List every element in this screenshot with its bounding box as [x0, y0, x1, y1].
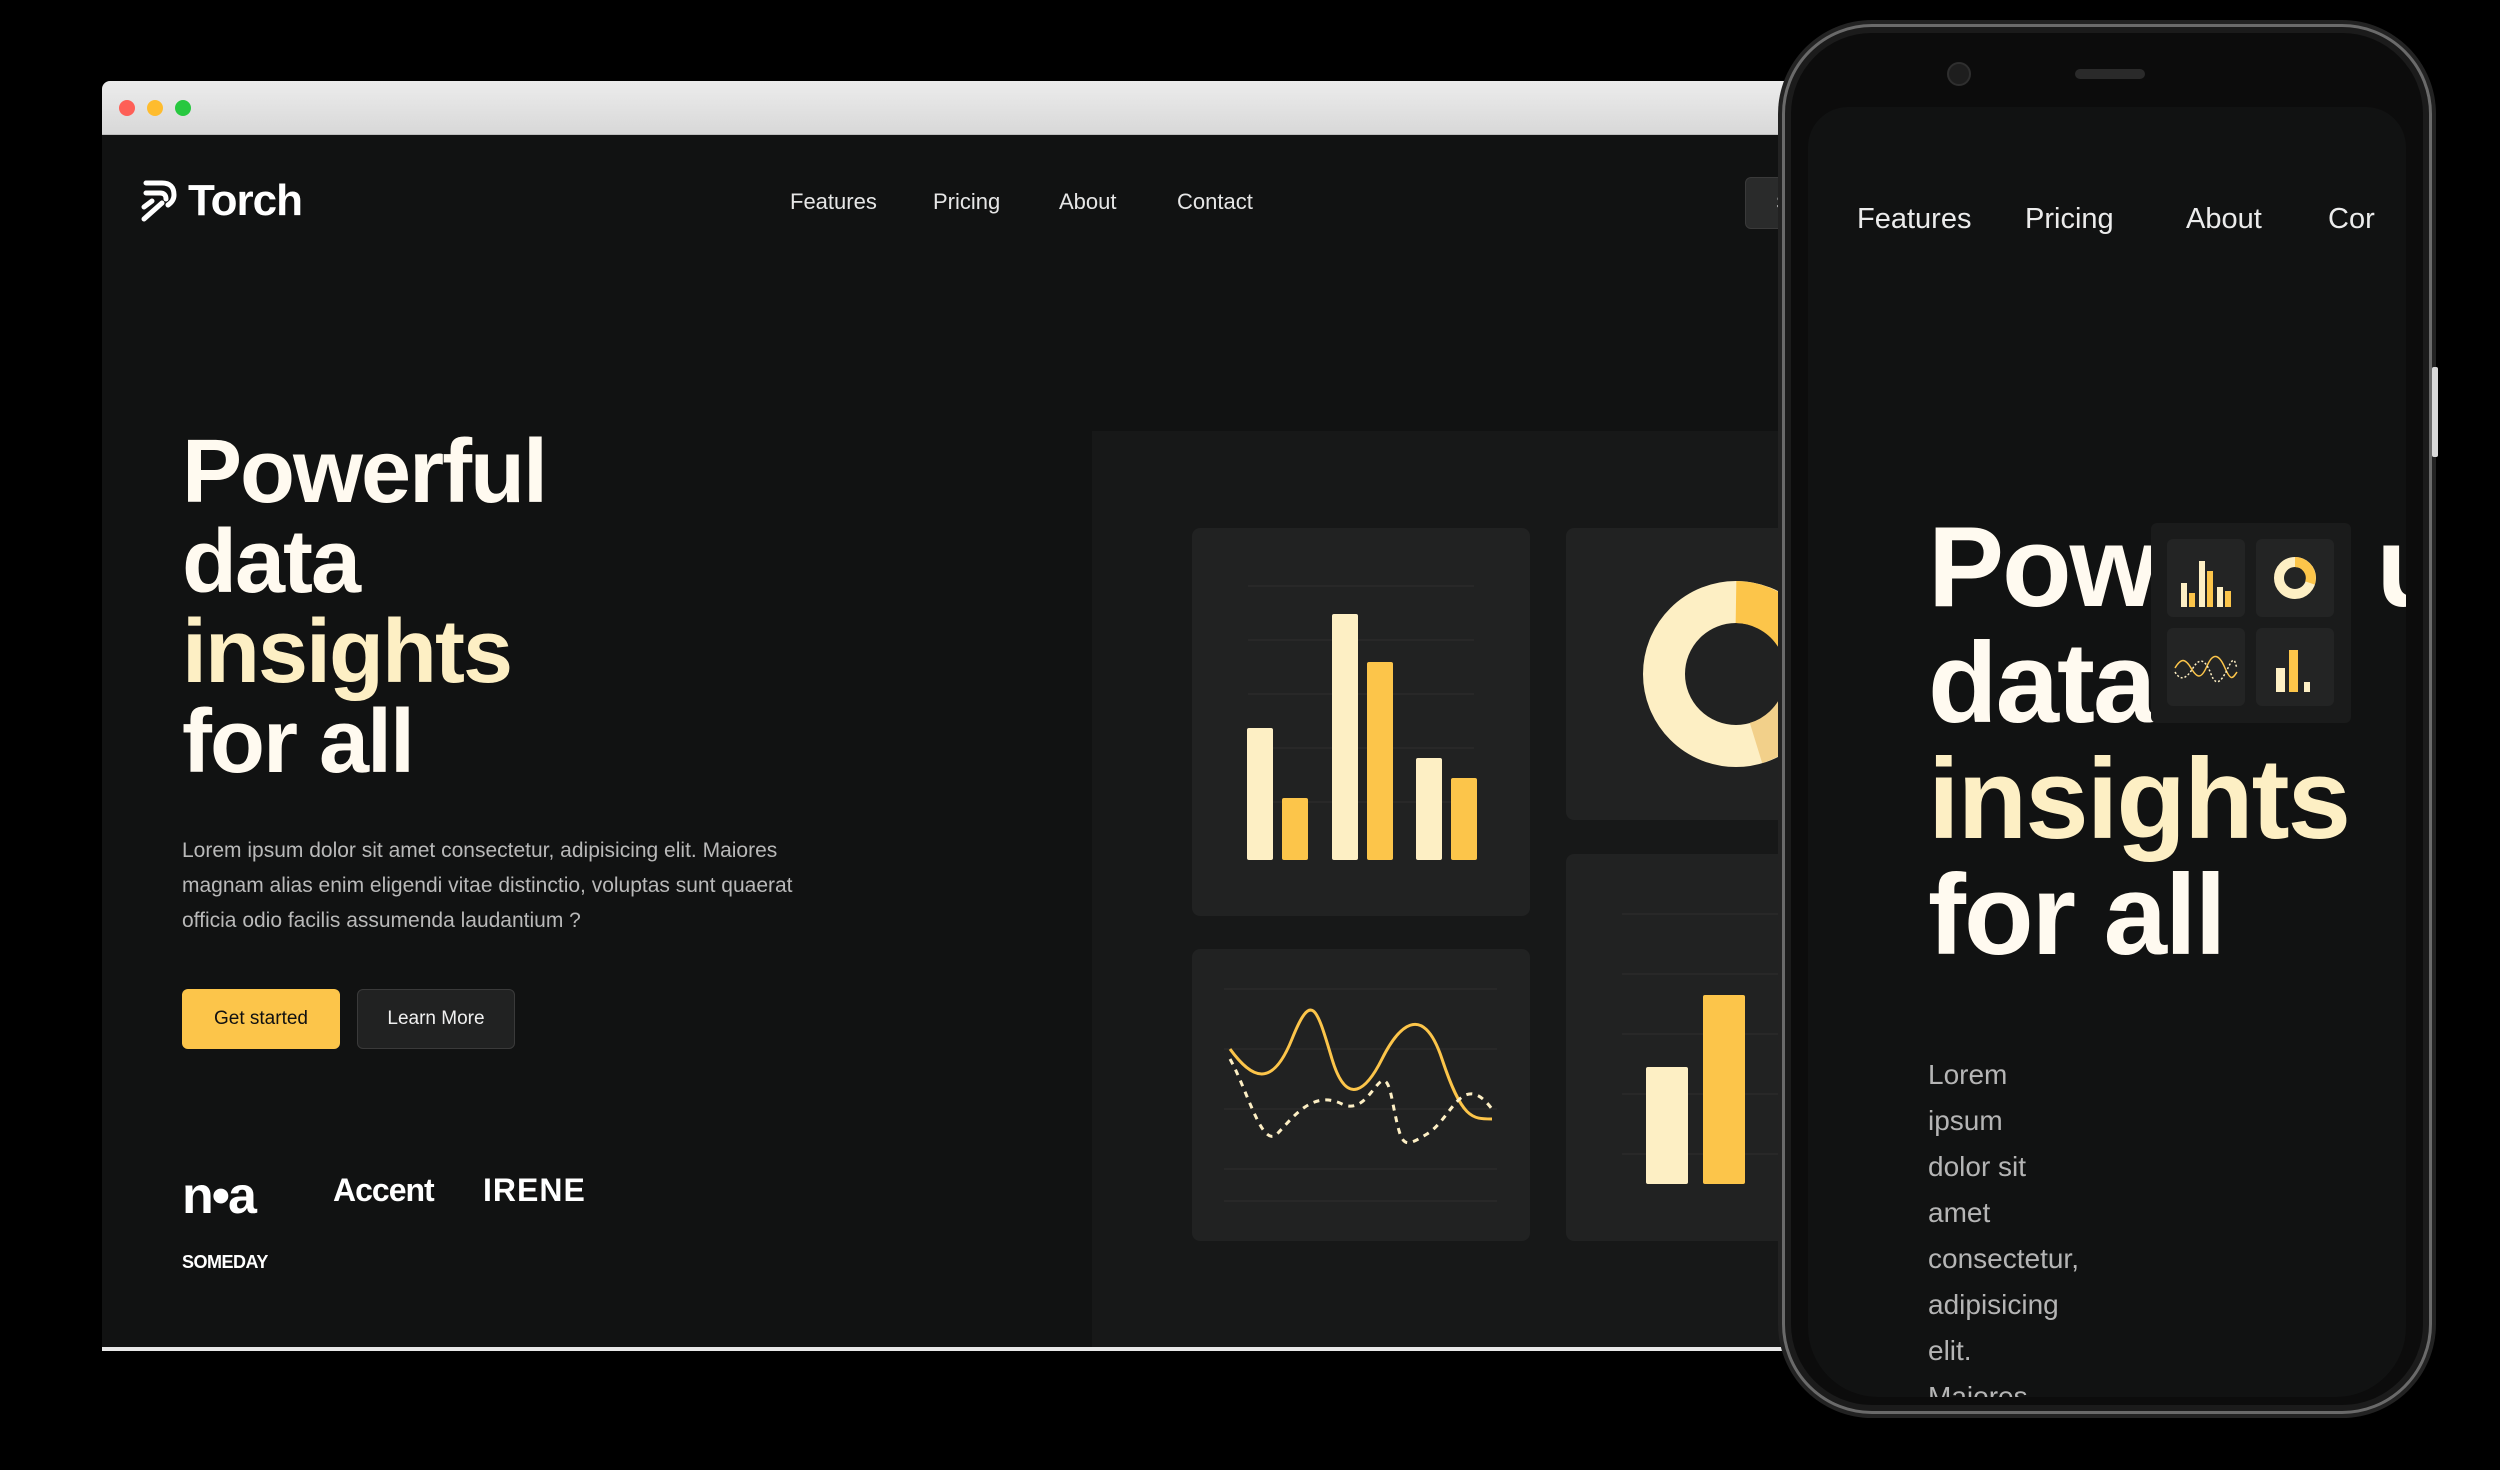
- phone-title-line-4: for all: [1928, 852, 2226, 979]
- phone-nav-features[interactable]: Features: [1857, 203, 1971, 236]
- line-chart-graphic: [1224, 988, 1497, 1202]
- line-chart-card: [1192, 949, 1530, 1241]
- phone-nav-pricing[interactable]: Pricing: [2025, 203, 2114, 236]
- nav-contact[interactable]: Contact: [1177, 189, 1253, 215]
- hero-title-line-1: Powerful: [182, 422, 548, 522]
- phone-dashboard-thumbnail: [2151, 523, 2351, 723]
- phone-desc-line: amet: [1928, 1197, 1991, 1228]
- partner-logo-accent: Accent: [333, 1172, 435, 1208]
- phone-mockup: Features Pricing About Cor Powul data in…: [1782, 24, 2438, 1414]
- phone-desc-line: Lorem: [1928, 1059, 2008, 1090]
- phone-nav-contact[interactable]: Cor: [2328, 203, 2375, 236]
- small-bar-1: [1646, 1067, 1688, 1184]
- hero-title: Powerful data insights for all: [182, 422, 548, 792]
- mini-line-graphic: [2174, 655, 2238, 683]
- mini-line-card: [2167, 628, 2245, 706]
- browser-bottom-edge: [102, 1347, 1842, 1351]
- nav-pricing[interactable]: Pricing: [933, 189, 1000, 215]
- bar-chart-graphic: [1247, 585, 1477, 860]
- phone-title-line-1b: ul: [2376, 504, 2406, 631]
- hero-title-line-3: insights: [182, 602, 513, 702]
- phone-side-button[interactable]: [2432, 367, 2438, 457]
- phone-title-line-1a: Pow: [1928, 504, 2158, 631]
- hero-title-line-2: data: [182, 512, 361, 612]
- phone-hero-description: Lorem ipsum dolor sit amet consectetur, …: [1928, 1052, 2128, 1397]
- mini-bar2-card: [2256, 628, 2334, 706]
- phone-screen: Features Pricing About Cor Powul data in…: [1808, 107, 2406, 1397]
- small-bar-2: [1703, 995, 1745, 1184]
- hero-description: Lorem ipsum dolor sit amet consectetur, …: [182, 839, 793, 932]
- speaker-grille: [2075, 69, 2145, 79]
- phone-nav-about[interactable]: About: [2186, 203, 2262, 236]
- bar-5: [1416, 758, 1442, 860]
- phone-desc-line: Maiores: [1928, 1381, 2028, 1397]
- mini-donut-card: [2256, 539, 2334, 617]
- window-minimize-button[interactable]: [147, 100, 163, 116]
- mini-donut-graphic: [2274, 557, 2316, 599]
- torch-logo[interactable]: Torch: [140, 176, 303, 226]
- bar-chart-card: [1192, 528, 1530, 916]
- nav-about[interactable]: About: [1059, 189, 1117, 215]
- phone-desc-line: adipisicing: [1928, 1289, 2059, 1320]
- mini-bar-card: [2167, 539, 2245, 617]
- mini-bar2-graphic: [2276, 650, 2310, 692]
- partner-logo-irene: IRENE: [483, 1172, 586, 1208]
- bar-4: [1367, 662, 1393, 860]
- phone-desc-line: ipsum: [1928, 1105, 2003, 1136]
- partner-logo-noa: n•a: [182, 1167, 257, 1225]
- bar-2: [1282, 798, 1308, 860]
- phone-desc-line: elit.: [1928, 1335, 1972, 1366]
- learn-more-button[interactable]: Learn More: [357, 989, 515, 1049]
- bar-6: [1451, 778, 1477, 860]
- browser-window: Torch Features Pricing About Contact S P…: [102, 81, 1842, 1351]
- get-started-button[interactable]: Get started: [182, 989, 340, 1049]
- camera-icon: [1947, 62, 1971, 86]
- browser-title-bar: [102, 81, 1842, 135]
- brand-name: Torch: [188, 176, 303, 225]
- phone-desc-line: dolor sit: [1928, 1151, 2027, 1182]
- bar-3: [1332, 614, 1358, 860]
- window-close-button[interactable]: [119, 100, 135, 116]
- hero-title-line-4: for all: [182, 692, 415, 792]
- phone-title-line-3: insights: [1928, 736, 2351, 863]
- bar-1: [1247, 728, 1273, 860]
- phone-desc-line: consectetur,: [1928, 1243, 2079, 1274]
- mini-bar-graphic: [2181, 561, 2231, 607]
- dashboard-illustration: [1092, 431, 1842, 1351]
- partner-logo-someday: SOMEDAY: [182, 1252, 268, 1272]
- torch-flame-icon: [141, 180, 177, 222]
- nav-features[interactable]: Features: [790, 189, 877, 215]
- window-maximize-button[interactable]: [175, 100, 191, 116]
